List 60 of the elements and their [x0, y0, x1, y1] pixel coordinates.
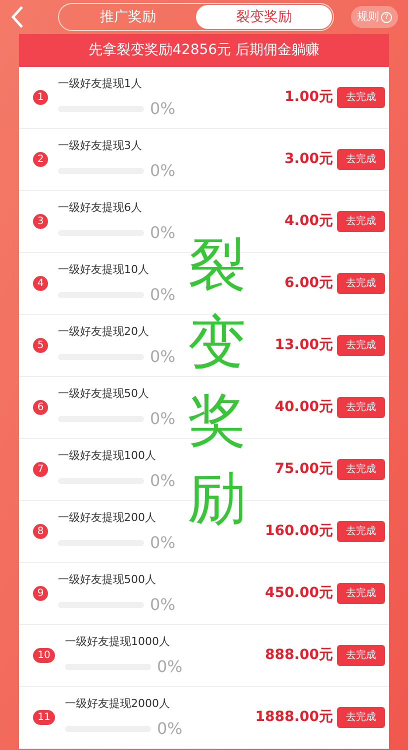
number-badge: 1	[33, 90, 48, 105]
task-title: 一级好友提现100人	[58, 448, 157, 464]
task-title: 一级好友提现10人	[58, 262, 150, 278]
reward-amount: 450.00元	[264, 584, 333, 603]
complete-button[interactable]: 去完成	[337, 211, 385, 232]
reward-amount: 4.00元	[284, 212, 333, 231]
reward-amount: 13.00元	[274, 336, 333, 355]
progress-percent: 0%	[150, 284, 176, 306]
overlay-label: 裂变奖励	[188, 229, 247, 534]
reward-amount: 1888.00元	[255, 708, 333, 727]
complete-button[interactable]: 去完成	[337, 459, 385, 480]
task-title: 一级好友提现1000人	[65, 634, 171, 650]
number-badge: 4	[33, 276, 48, 291]
progress-percent: 0%	[150, 594, 176, 616]
task-title: 一级好友提现6人	[58, 200, 143, 216]
back-icon[interactable]	[10, 5, 24, 29]
complete-button[interactable]: 去完成	[337, 335, 385, 356]
complete-button[interactable]: 去完成	[337, 645, 385, 666]
complete-button[interactable]: 去完成	[337, 397, 385, 418]
number-badge: 8	[33, 524, 48, 539]
progress-percent: 0%	[150, 346, 176, 368]
progress-percent: 0%	[150, 98, 176, 120]
complete-button[interactable]: 去完成	[337, 583, 385, 604]
task-title: 一级好友提现50人	[58, 386, 150, 402]
reward-amount: 3.00元	[284, 150, 333, 169]
number-badge: 3	[33, 214, 48, 229]
banner-text: 先拿裂变奖励42856元 后期佣金躺赚	[19, 34, 389, 67]
reward-amount: 6.00元	[284, 274, 333, 293]
progress-percent: 0%	[150, 408, 176, 430]
number-badge: 7	[33, 462, 48, 477]
complete-button[interactable]: 去完成	[337, 87, 385, 108]
number-badge: 9	[33, 586, 48, 601]
tab[interactable]: 裂变奖励	[196, 5, 332, 29]
reward-amount: 1.00元	[284, 88, 333, 107]
tab[interactable]: 推广奖励	[60, 5, 196, 29]
number-badge: 2	[33, 152, 48, 167]
task-title: 一级好友提现2000人	[65, 696, 171, 712]
reward-amount: 40.00元	[274, 398, 333, 417]
complete-button[interactable]: 去完成	[337, 521, 385, 542]
progress-percent: 0%	[150, 470, 176, 492]
progress-percent: 0%	[150, 532, 176, 554]
progress-percent: 0%	[150, 160, 176, 182]
complete-button[interactable]: 去完成	[337, 273, 385, 294]
task-title: 一级好友提现500人	[58, 572, 157, 588]
progress-percent: 0%	[157, 718, 182, 740]
reward-amount: 75.00元	[274, 460, 333, 479]
number-badge: 10	[33, 648, 55, 663]
task-title: 一级好友提现20人	[58, 324, 150, 340]
complete-button[interactable]: 去完成	[337, 707, 385, 728]
number-badge: 11	[33, 710, 55, 725]
task-title: 一级好友提现3人	[58, 138, 143, 154]
task-title: 一级好友提现1人	[58, 76, 143, 92]
reward-amount: 888.00元	[264, 646, 333, 665]
number-badge: 5	[33, 338, 48, 353]
progress-percent: 0%	[150, 222, 176, 244]
task-title: 一级好友提现200人	[58, 510, 157, 526]
complete-button[interactable]: 去完成	[337, 149, 385, 170]
number-badge: 6	[33, 400, 48, 415]
progress-percent: 0%	[157, 656, 182, 678]
reward-amount: 160.00元	[264, 522, 333, 541]
